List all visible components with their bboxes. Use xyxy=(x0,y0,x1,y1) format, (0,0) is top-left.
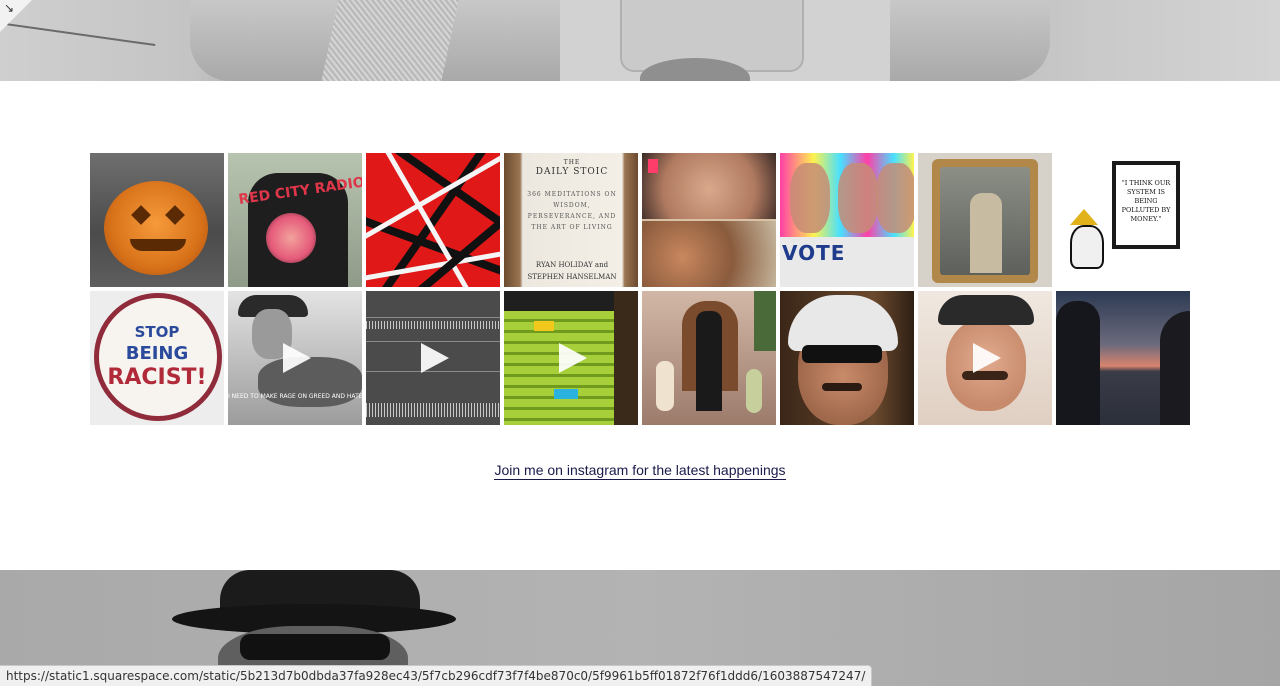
track-lane xyxy=(366,341,500,342)
book-authors: RYAN HOLIDAY and STEPHEN HANSELMAN xyxy=(527,261,617,281)
play-icon[interactable] xyxy=(283,343,311,373)
instagram-post-guitar-video[interactable]: I NEED TO MAKE RAGE ON GREED AND HATEFUL… xyxy=(228,291,362,425)
instagram-post-dancing-kids[interactable] xyxy=(642,291,776,425)
instagram-post-vote-shirt[interactable]: VOTE xyxy=(780,153,914,287)
crown-icon xyxy=(1070,209,1098,225)
instagram-post-striped-pattern[interactable] xyxy=(366,153,500,287)
sign-line-3: RACIST! xyxy=(107,365,207,390)
instagram-grid: RED CITY RADIO THE DAILY STOIC 366 MEDIT… xyxy=(90,153,1190,425)
silhouette xyxy=(1056,301,1100,425)
instagram-post-daily-stoic-book[interactable]: THE DAILY STOIC 366 MEDITATIONS ON WISDO… xyxy=(504,153,638,287)
instagram-post-daw-video[interactable] xyxy=(504,291,638,425)
book-title: DAILY STOIC xyxy=(535,167,609,177)
portrait-face xyxy=(790,163,830,233)
instagram-post-pumpkin[interactable] xyxy=(90,153,224,287)
plant xyxy=(754,291,776,351)
cap-shape xyxy=(938,295,1034,325)
pink-sign xyxy=(648,159,658,173)
waveform xyxy=(366,321,500,329)
status-bar-url: https://static1.squarespace.com/static/5… xyxy=(0,665,873,686)
sign-line-1: STOP xyxy=(134,323,180,341)
play-icon[interactable] xyxy=(559,343,587,373)
portrait-recent xyxy=(642,153,776,219)
shirt-print-text: VOTE xyxy=(782,241,846,265)
video-caption: I NEED TO MAKE RAGE ON GREED AND HATEFUL… xyxy=(228,393,362,400)
instagram-post-sunset-silhouettes[interactable] xyxy=(1056,291,1190,425)
book-title-prefix: THE xyxy=(563,159,581,166)
pumpkin-mouth xyxy=(130,239,186,251)
instagram-post-helmet-selfie[interactable] xyxy=(780,291,914,425)
instagram-link-container: Join me on instagram for the latest happ… xyxy=(0,462,1280,480)
shirt-tiger-graphic xyxy=(266,213,316,263)
instagram-post-rbg-quote[interactable]: "I THINK OUR SYSTEM IS BEING POLLUTED BY… xyxy=(1056,153,1190,287)
instagram-link[interactable]: Join me on instagram for the latest happ… xyxy=(494,462,786,480)
child-figure xyxy=(656,361,674,411)
portrait-vintage xyxy=(642,221,776,287)
portrait-illustration xyxy=(1070,225,1104,269)
portrait-face xyxy=(838,163,878,233)
mustache xyxy=(822,383,862,391)
pumpkin-shape xyxy=(104,181,208,275)
daw-clip xyxy=(554,389,578,399)
instagram-post-waveform-video[interactable] xyxy=(366,291,500,425)
daw-edge xyxy=(614,291,638,425)
hero-collar xyxy=(321,0,459,81)
instagram-post-red-city-radio-shirt[interactable]: RED CITY RADIO xyxy=(228,153,362,287)
quote-text: "I THINK OUR SYSTEM IS BEING POLLUTED BY… xyxy=(1116,165,1176,245)
helmet-shape xyxy=(788,295,898,351)
track-lane xyxy=(366,317,500,318)
play-icon[interactable] xyxy=(421,343,449,373)
book-subtitle: 366 MEDITATIONS ON WISDOM, PERSEVERANCE,… xyxy=(527,191,617,231)
hero-image-top xyxy=(0,0,1280,81)
instagram-post-stop-being-racist[interactable]: STOP BEING RACIST! xyxy=(90,291,224,425)
instagram-post-cap-selfie-video[interactable] xyxy=(918,291,1052,425)
play-icon[interactable] xyxy=(973,343,1001,373)
portrait-face xyxy=(876,163,914,233)
waveform xyxy=(366,403,500,417)
sunglasses xyxy=(802,345,882,363)
silhouette xyxy=(1160,311,1190,425)
child-figure xyxy=(746,369,762,413)
sign-line-2: BEING xyxy=(125,343,189,364)
sunglasses xyxy=(240,634,390,660)
person-figure xyxy=(970,193,1002,273)
person-figure xyxy=(696,311,722,411)
expand-arrow-icon[interactable]: ↘ xyxy=(4,1,14,15)
instagram-post-mirror-selfie[interactable] xyxy=(918,153,1052,287)
instagram-post-then-and-now[interactable] xyxy=(642,153,776,287)
daw-clip xyxy=(534,321,554,331)
